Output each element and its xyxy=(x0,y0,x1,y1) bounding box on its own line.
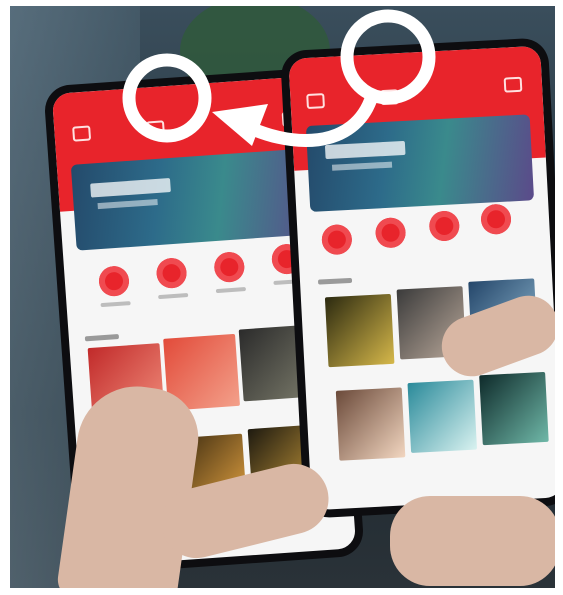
annotation-overlay xyxy=(122,9,436,148)
annotation-circle-left xyxy=(122,53,212,143)
annotation-circle-right xyxy=(340,9,436,105)
annotation-arrowhead xyxy=(212,104,268,146)
